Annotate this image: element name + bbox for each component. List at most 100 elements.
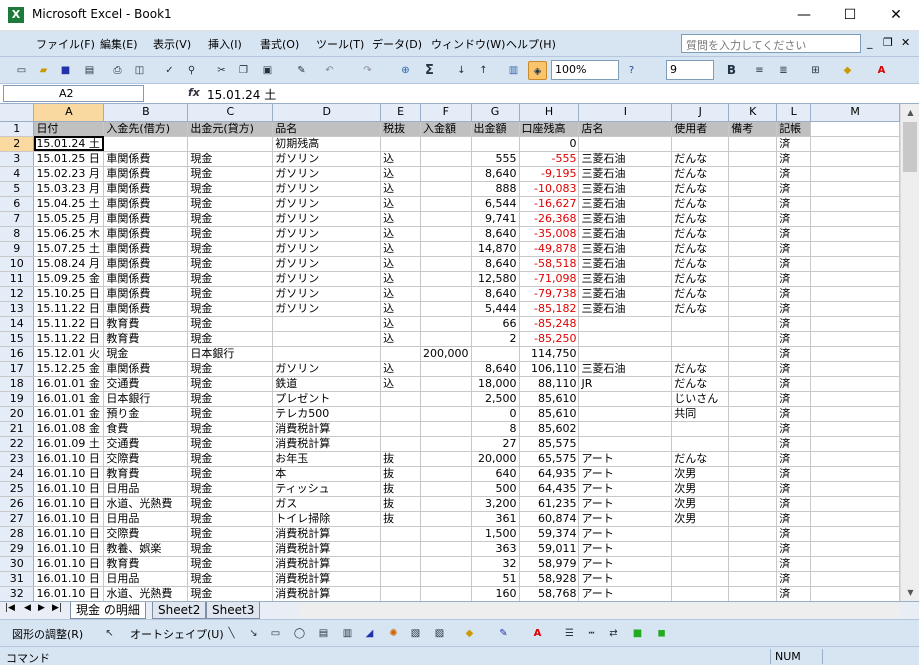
cell[interactable]: 15.12.25 金 [33,361,105,377]
row-header[interactable]: 3 [0,151,35,167]
cell[interactable]: 現金 [187,511,274,527]
cell[interactable]: ガソリン [272,166,382,182]
cell[interactable] [578,136,673,152]
cell[interactable]: 日用品 [103,481,189,497]
cell[interactable]: 15.04.25 土 [33,196,105,212]
cell[interactable] [728,286,778,302]
cell[interactable]: 共同 [671,406,730,422]
line-tool-icon[interactable]: ╲ [222,624,241,643]
row-header[interactable]: 21 [0,421,35,437]
scroll-thumb[interactable] [903,122,917,172]
cell[interactable]: 現金 [187,331,274,347]
textbox-tool-icon[interactable]: ▤ [314,624,333,643]
cell[interactable]: アート [578,541,673,557]
vertical-textbox-icon[interactable]: ▥ [338,624,357,643]
cell[interactable]: 363 [471,541,520,557]
cell[interactable]: 65,575 [519,451,580,467]
tab-sheet-2[interactable]: Sheet2 [152,602,207,619]
cell[interactable] [810,376,900,392]
cell[interactable] [420,166,472,182]
cell[interactable]: 込 [380,331,422,347]
cell[interactable] [420,586,472,601]
cell[interactable]: 済 [776,166,812,182]
cell[interactable] [810,271,900,287]
cell[interactable]: 640 [471,466,520,482]
cell[interactable]: 車関係費 [103,181,189,197]
cell[interactable] [380,526,422,542]
minimize-button[interactable]: — [781,0,827,31]
cell[interactable] [380,406,422,422]
horizontal-scrollbar[interactable] [300,603,900,618]
cell[interactable]: 済 [776,391,812,407]
help-icon[interactable]: ? [622,61,641,80]
cell[interactable]: -26,368 [519,211,580,227]
cell[interactable] [810,241,900,257]
cell[interactable]: 3,200 [471,496,520,512]
cell[interactable] [810,586,900,601]
cell[interactable]: 済 [776,526,812,542]
cell[interactable] [810,466,900,482]
cell[interactable]: 車関係費 [103,256,189,272]
cell[interactable] [380,346,422,362]
cell[interactable]: 15.11.22 日 [33,316,105,332]
cell[interactable] [420,181,472,197]
font-color-icon[interactable]: A [872,61,891,80]
cell[interactable]: 58,928 [519,571,580,587]
draw-fill-color-icon[interactable]: ◆ [460,624,479,643]
cell[interactable] [728,391,778,407]
cell[interactable]: 500 [471,481,520,497]
cell[interactable]: 済 [776,181,812,197]
cell[interactable]: 15.12.01 火 [33,346,105,362]
cell[interactable] [420,436,472,452]
cell[interactable] [671,586,730,601]
cell[interactable]: 車関係費 [103,241,189,257]
scroll-down-icon[interactable]: ▼ [901,584,919,601]
tab-sheet-3[interactable]: Sheet3 [206,602,261,619]
prev-sheet-icon[interactable]: ◀ [24,603,31,613]
help-search-input[interactable]: 質問を入力してください [681,34,861,53]
cell[interactable]: 現金 [187,451,274,467]
open-folder-icon[interactable]: ▰ [34,61,53,80]
cell[interactable]: 現金 [187,166,274,182]
cell[interactable]: 日付 [33,121,105,137]
row-header[interactable]: 27 [0,511,35,527]
cell[interactable]: 85,602 [519,421,580,437]
cell[interactable] [420,226,472,242]
cell[interactable] [728,511,778,527]
cell[interactable]: 9,741 [471,211,520,227]
cell[interactable]: 教育費 [103,316,189,332]
row-header[interactable]: 9 [0,241,35,257]
cell[interactable] [420,451,472,467]
cell[interactable] [728,406,778,422]
cell[interactable]: 現金 [187,496,274,512]
bold-button[interactable]: B [722,61,741,80]
cell[interactable] [420,571,472,587]
cell[interactable]: -71,098 [519,271,580,287]
column-header-l[interactable]: L [776,104,812,122]
cell[interactable]: -35,008 [519,226,580,242]
cell[interactable] [728,181,778,197]
cell[interactable]: 三菱石油 [578,301,673,317]
align-right-icon[interactable]: ≣ [774,61,793,80]
cell[interactable]: プレゼント [272,391,382,407]
cell[interactable]: 車関係費 [103,286,189,302]
cell[interactable]: 66 [471,316,520,332]
draw-adjust-menu[interactable]: 図形の調整(R) [12,626,83,642]
cell[interactable]: 58,979 [519,556,580,572]
cell[interactable]: 現金 [187,526,274,542]
autoshape-menu[interactable]: オートシェイプ(U) [130,626,224,642]
cell[interactable]: 込 [380,286,422,302]
cell[interactable]: アート [578,481,673,497]
cell[interactable]: 済 [776,316,812,332]
cell[interactable]: 初期残高 [272,136,382,152]
cell[interactable]: 現金 [187,151,274,167]
cell[interactable]: 本 [272,466,382,482]
cell[interactable]: 2,500 [471,391,520,407]
new-document-icon[interactable]: ▭ [12,61,31,80]
font-size-select[interactable]: 9 [666,60,714,80]
cell[interactable]: 済 [776,541,812,557]
cell[interactable]: 85,575 [519,436,580,452]
cell[interactable]: 8,640 [471,226,520,242]
cell[interactable]: 済 [776,361,812,377]
cell[interactable] [272,346,382,362]
